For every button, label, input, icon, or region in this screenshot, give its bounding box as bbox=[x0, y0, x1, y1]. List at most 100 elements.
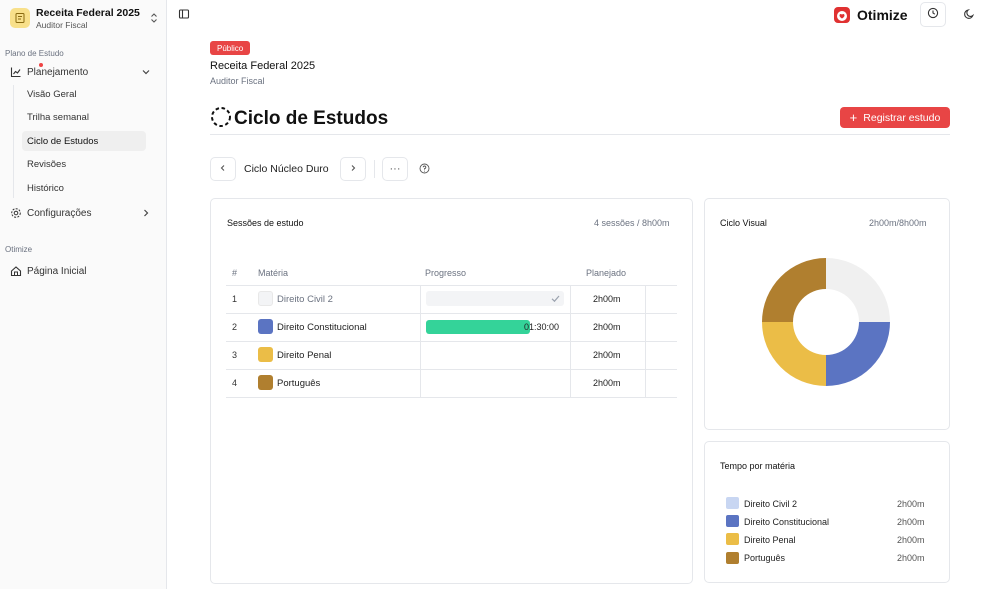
home-icon bbox=[10, 265, 22, 277]
project-title: Receita Federal 2025 bbox=[210, 60, 316, 72]
separator bbox=[374, 160, 375, 178]
moon-icon[interactable] bbox=[963, 8, 975, 20]
column-divider bbox=[645, 285, 646, 397]
donut-slice bbox=[762, 258, 826, 322]
legend-swatch bbox=[726, 497, 739, 509]
legend-subject: Direito Penal bbox=[744, 535, 796, 545]
brand-name: Otimize bbox=[857, 7, 908, 23]
sidebar-item-label: Planejamento bbox=[27, 66, 89, 78]
legend-subject: Português bbox=[744, 553, 786, 563]
group-label-plano: Plano de Estudo bbox=[5, 49, 64, 58]
dashed-circle-icon bbox=[210, 106, 232, 131]
plus-icon: + bbox=[849, 109, 858, 125]
sidebar-item-ciclo-de-estudos[interactable]: Ciclo de Estudos bbox=[22, 131, 146, 151]
sessions-summary: 4 sessões / 8h00m bbox=[594, 218, 670, 228]
notebook-icon bbox=[10, 8, 30, 28]
subject-name[interactable]: Português bbox=[277, 378, 320, 389]
row-number: 1 bbox=[232, 294, 238, 304]
progress-bar-completed bbox=[426, 291, 564, 306]
brand[interactable]: Otimize bbox=[833, 5, 908, 25]
legend-swatch bbox=[726, 533, 739, 545]
planned-time: 2h00m bbox=[593, 294, 621, 304]
chevron-right-icon bbox=[140, 207, 152, 219]
donut-slice bbox=[826, 322, 890, 386]
check-icon bbox=[550, 293, 561, 304]
subject-color-swatch bbox=[258, 319, 273, 334]
chevron-left-icon bbox=[218, 163, 228, 176]
more-options-button[interactable]: ··· bbox=[382, 157, 408, 181]
row-number: 3 bbox=[232, 350, 238, 360]
legend-swatch bbox=[726, 552, 739, 564]
cycle-visual-title: Ciclo Visual bbox=[720, 218, 767, 228]
sidebar-item-historico[interactable]: Histórico bbox=[22, 178, 146, 198]
sidebar-item-revisoes[interactable]: Revisões bbox=[22, 154, 146, 174]
subject-color-swatch bbox=[258, 291, 273, 306]
row-divider bbox=[226, 341, 677, 342]
otimize-logo-icon bbox=[833, 6, 851, 24]
subject-color-swatch bbox=[258, 347, 273, 362]
more-dots-icon: ··· bbox=[389, 163, 401, 175]
sidebar-item-visao-geral[interactable]: Visão Geral bbox=[22, 84, 146, 104]
subject-name[interactable]: Direito Civil 2 bbox=[277, 294, 333, 305]
legend-subject: Direito Constitucional bbox=[744, 517, 830, 527]
column-divider bbox=[420, 285, 421, 397]
divider bbox=[210, 134, 950, 135]
sidebar-item-configuracoes[interactable]: Configurações bbox=[5, 203, 157, 223]
column-header-planned: Planejado bbox=[586, 268, 627, 278]
sidebar-item-planejamento[interactable]: Planejamento bbox=[5, 62, 157, 82]
notification-dot bbox=[39, 63, 43, 67]
planned-time: 2h00m bbox=[593, 322, 621, 332]
sidebar-item-pagina-inicial[interactable]: Página Inicial bbox=[5, 261, 157, 281]
sidebar-item-label: Página Inicial bbox=[27, 265, 87, 277]
sidebar-item-label: Configurações bbox=[27, 207, 92, 219]
row-number: 2 bbox=[232, 322, 238, 332]
sessions-card bbox=[210, 198, 693, 584]
history-button[interactable] bbox=[920, 2, 946, 27]
gear-icon bbox=[10, 207, 22, 219]
clock-icon bbox=[927, 7, 939, 22]
sidebar-item-trilha-semanal[interactable]: Trilha semanal bbox=[22, 107, 146, 127]
next-cycle-button[interactable] bbox=[340, 157, 366, 181]
sessions-title: Sessões de estudo bbox=[227, 218, 304, 228]
chevron-down-icon bbox=[140, 66, 152, 78]
page-title: Ciclo de Estudos bbox=[234, 107, 389, 129]
sidebar-toggle-icon[interactable] bbox=[178, 8, 190, 20]
row-number: 4 bbox=[232, 378, 238, 388]
donut-slice bbox=[826, 258, 890, 322]
public-badge: Público bbox=[210, 41, 251, 55]
subject-color-swatch bbox=[258, 375, 273, 390]
column-header-number: # bbox=[232, 268, 238, 278]
register-study-label: Registrar estudo bbox=[863, 111, 941, 124]
workspace-title: Receita Federal 2025 bbox=[36, 6, 140, 19]
time-by-subject-title: Tempo por matéria bbox=[720, 461, 796, 471]
group-label-otimize: Otimize bbox=[5, 245, 33, 254]
cycle-donut-chart bbox=[762, 258, 890, 386]
workspace-switcher[interactable]: Receita Federal 2025 Auditor Fiscal bbox=[10, 5, 160, 31]
legend-swatch bbox=[726, 515, 739, 527]
planned-time: 2h00m bbox=[593, 350, 621, 360]
cycle-name: Ciclo Núcleo Duro bbox=[244, 163, 329, 175]
previous-cycle-button[interactable] bbox=[210, 157, 236, 181]
subject-name[interactable]: Direito Penal bbox=[277, 350, 331, 361]
legend-subject: Direito Civil 2 bbox=[744, 499, 798, 509]
chevron-right-icon bbox=[348, 163, 358, 176]
progress-bar bbox=[426, 320, 530, 334]
legend-time: 2h00m bbox=[897, 553, 925, 563]
row-divider bbox=[226, 313, 677, 314]
chart-line-icon bbox=[10, 66, 22, 78]
progress-time: 01:30:00 bbox=[524, 322, 560, 332]
row-divider bbox=[226, 369, 677, 370]
cycle-visual-summary: 2h00m/8h00m bbox=[869, 218, 927, 228]
page-heading: Ciclo de Estudos bbox=[210, 106, 388, 131]
register-study-button[interactable]: + Registrar estudo bbox=[840, 107, 950, 128]
row-divider bbox=[226, 397, 677, 398]
planned-time: 2h00m bbox=[593, 378, 621, 388]
project-subtitle: Auditor Fiscal bbox=[210, 76, 265, 86]
column-header-subject: Matéria bbox=[258, 268, 289, 278]
help-circle-icon[interactable] bbox=[419, 163, 430, 174]
subject-name[interactable]: Direito Constitucional bbox=[277, 322, 367, 333]
chevrons-up-down-icon bbox=[148, 12, 160, 24]
column-header-progress: Progresso bbox=[425, 268, 467, 278]
workspace-subtitle: Auditor Fiscal bbox=[36, 19, 88, 30]
sidebar: Receita Federal 2025 Auditor Fiscal Plan… bbox=[0, 0, 167, 589]
